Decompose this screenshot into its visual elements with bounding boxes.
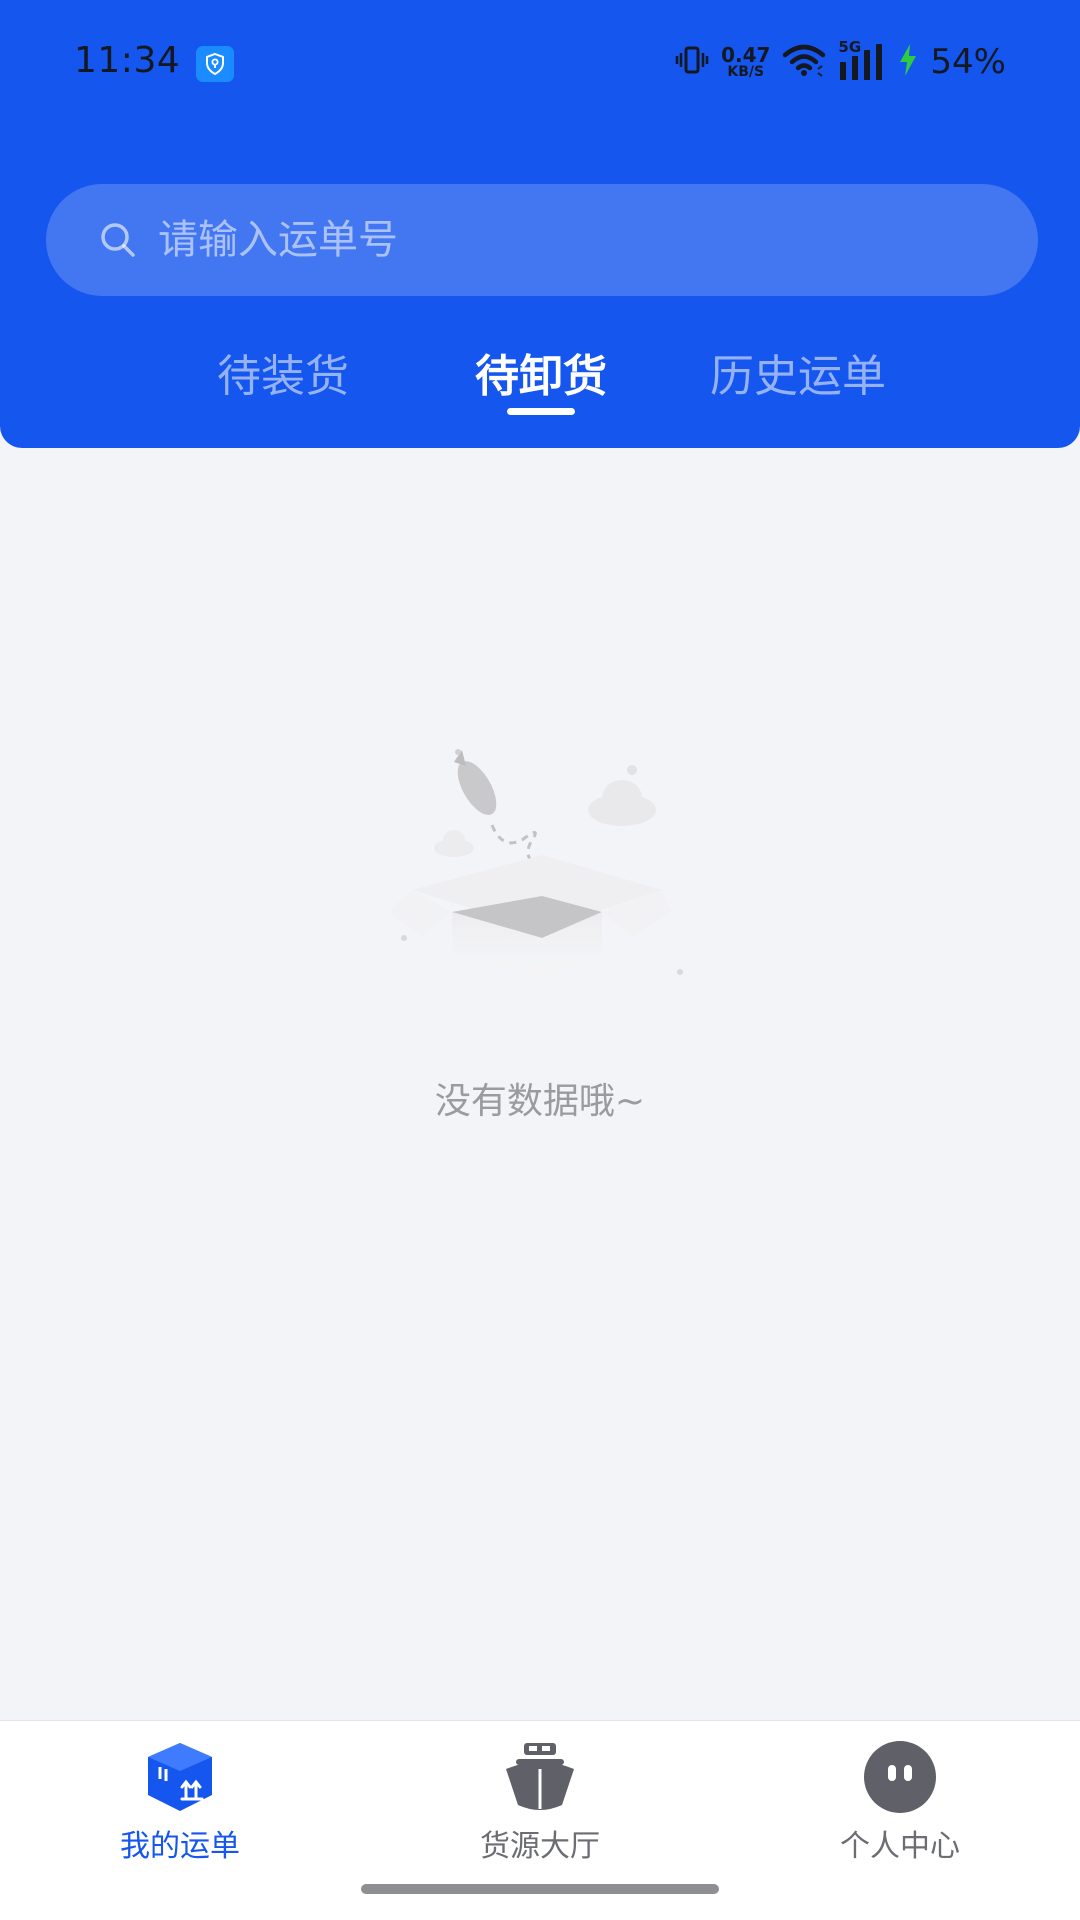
header-panel: 11:34 0.47 KB/S 5G 54% 请输入运单号 待装货 待卸货 历史… (0, 0, 1080, 448)
waybill-box-icon (148, 1743, 212, 1811)
signal-icon: 5G (838, 38, 886, 82)
tab-pending-unloading[interactable]: 待卸货 (421, 340, 661, 404)
vibrate-icon (675, 43, 709, 81)
status-bar: 11:34 0.47 KB/S 5G 54% (0, 0, 1080, 128)
net-speed-value: 0.47 (721, 43, 771, 67)
status-indicators: 0.47 KB/S 5G 54% (675, 38, 1006, 84)
nav-label-cargo-hall: 货源大厅 (480, 1829, 600, 1864)
profile-face-icon (864, 1741, 936, 1813)
nav-label-personal-center: 个人中心 (840, 1829, 960, 1864)
empty-state-message: 没有数据哦~ (434, 1081, 646, 1122)
active-tab-indicator (507, 408, 575, 415)
status-time: 11:34 (74, 40, 181, 81)
waybill-search-input[interactable] (156, 216, 940, 264)
net-speed-unit: KB/S (727, 64, 765, 80)
nav-cargo-hall[interactable]: 货源大厅 (420, 1739, 660, 1865)
battery-percent: 54% (930, 42, 1006, 82)
cloud-small-icon (434, 830, 474, 857)
cloud-icon (588, 765, 656, 826)
cargo-ship-icon (506, 1743, 574, 1810)
wifi-icon (782, 43, 826, 81)
home-indicator[interactable] (361, 1884, 719, 1894)
tab-pending-loading[interactable]: 待装货 (163, 340, 403, 404)
search-bar[interactable] (46, 184, 1038, 296)
nav-my-waybills[interactable]: 我的运单 (60, 1739, 300, 1865)
nav-personal-center[interactable]: 个人中心 (780, 1739, 1020, 1865)
tab-history-waybills[interactable]: 历史运单 (678, 340, 918, 404)
rocket-icon (454, 749, 497, 815)
empty-box-illustration (392, 749, 683, 980)
charging-icon (898, 43, 918, 81)
search-icon (101, 223, 135, 257)
shield-app-icon (196, 46, 234, 82)
app-screen: 11:34 0.47 KB/S 5G 54% 请输入运单号 待装货 待卸货 历史… (0, 0, 1080, 1920)
nav-label-my-waybills: 我的运单 (120, 1829, 240, 1864)
net-speed: 0.47 KB/S (721, 45, 770, 79)
open-box-icon (392, 855, 672, 980)
